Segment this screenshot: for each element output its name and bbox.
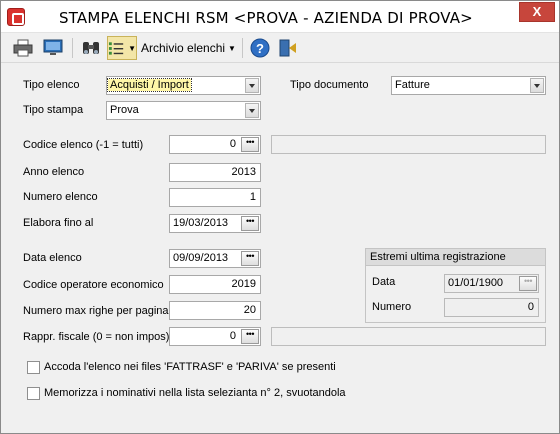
numero-max-righe-value: 20 <box>243 304 256 316</box>
lookup-button[interactable]: ••• <box>241 329 259 344</box>
printer-icon <box>13 39 33 57</box>
lookup-button[interactable]: ••• <box>241 137 259 152</box>
estremi-group-header: Estremi ultima registrazione <box>366 249 545 266</box>
codice-elenco-label: Codice elenco (-1 = tutti) <box>23 139 144 151</box>
toolbar: ▼ Archivio elenchi ▼ ? <box>1 33 559 63</box>
tipo-stampa-select[interactable]: Prova <box>106 101 261 120</box>
codice-operatore-field[interactable]: 2019 <box>169 275 261 294</box>
rappr-fiscale-field[interactable]: 0 ••• <box>169 327 261 346</box>
numero-elenco-field[interactable]: 1 <box>169 188 261 207</box>
title-bar: STAMPA ELENCHI RSM <PROVA - AZIENDA DI P… <box>1 1 559 33</box>
tipo-stampa-value: Prova <box>110 104 139 116</box>
rappr-fiscale-description <box>271 327 546 346</box>
main-window: STAMPA ELENCHI RSM <PROVA - AZIENDA DI P… <box>0 0 560 434</box>
preview-button[interactable] <box>41 36 65 60</box>
data-elenco-label: Data elenco <box>23 252 82 264</box>
data-elenco-field[interactable]: 09/09/2013 ••• <box>169 249 261 268</box>
tipo-elenco-label: Tipo elenco <box>23 79 80 91</box>
anno-elenco-label: Anno elenco <box>23 166 85 178</box>
exit-icon <box>279 39 296 57</box>
tipo-documento-label: Tipo documento <box>290 79 369 91</box>
find-button[interactable] <box>79 36 103 60</box>
tipo-elenco-select[interactable]: Acquisti / Import <box>106 76 261 95</box>
tipo-elenco-value: Acquisti / Import <box>107 78 192 92</box>
app-icon[interactable] <box>7 8 25 26</box>
numero-max-righe-label: Numero max righe per pagina <box>23 305 169 317</box>
codice-elenco-value: 0 <box>229 138 236 150</box>
print-button[interactable] <box>11 36 35 60</box>
archivio-elenchi-menu[interactable]: Archivio elenchi ▼ <box>141 36 237 60</box>
chevron-down-icon[interactable] <box>245 78 259 93</box>
codice-elenco-description <box>271 135 546 154</box>
data-elenco-value: 09/09/2013 <box>173 252 229 264</box>
chevron-down-icon: ▼ <box>128 43 136 53</box>
estremi-title: Estremi ultima registrazione <box>370 251 506 263</box>
codice-operatore-label: Codice operatore economico <box>23 279 164 291</box>
elabora-fino-value: 19/03/2013 <box>173 217 229 229</box>
estremi-data-field: 01/01/1900 ••• <box>444 274 539 293</box>
svg-text:?: ? <box>256 41 264 56</box>
estremi-numero-field: 0 <box>444 298 539 317</box>
anno-elenco-value: 2013 <box>231 166 256 178</box>
chevron-down-icon: ▼ <box>228 43 236 53</box>
calendar-button: ••• <box>519 276 537 291</box>
accoda-checkbox[interactable] <box>27 361 40 374</box>
estremi-numero-label: Numero <box>372 301 412 313</box>
memorizza-checkbox[interactable] <box>27 387 40 400</box>
calendar-button[interactable]: ••• <box>241 216 259 231</box>
help-icon: ? <box>250 38 270 58</box>
calendar-button[interactable]: ••• <box>241 251 259 266</box>
elabora-fino-field[interactable]: 19/03/2013 ••• <box>169 214 261 233</box>
close-button[interactable]: X <box>519 2 555 22</box>
monitor-icon <box>43 39 63 55</box>
codice-elenco-field[interactable]: 0 ••• <box>169 135 261 154</box>
anno-elenco-field[interactable]: 2013 <box>169 163 261 182</box>
window-title: STAMPA ELENCHI RSM <PROVA - AZIENDA DI P… <box>59 9 473 27</box>
chevron-down-icon[interactable] <box>530 78 544 93</box>
tipo-documento-value: Fatture <box>395 79 430 91</box>
help-button[interactable]: ? <box>248 36 272 60</box>
estremi-group: Estremi ultima registrazione Data 01/01/… <box>365 248 546 323</box>
tipo-documento-select[interactable]: Fatture <box>391 76 546 95</box>
estremi-data-value: 01/01/1900 <box>448 277 504 289</box>
list-icon <box>108 42 124 55</box>
binoculars-icon <box>83 42 99 54</box>
rappr-fiscale-value: 0 <box>229 330 236 342</box>
chevron-down-icon[interactable] <box>245 103 259 118</box>
tipo-stampa-label: Tipo stampa <box>23 104 84 116</box>
estremi-numero-value: 0 <box>527 301 534 313</box>
codice-operatore-value: 2019 <box>231 278 256 290</box>
exit-button[interactable] <box>276 36 300 60</box>
elabora-fino-label: Elabora fino al <box>23 217 94 229</box>
rappr-fiscale-label: Rappr. fiscale (0 = non impos) <box>23 331 170 343</box>
numero-elenco-value: 1 <box>249 191 256 203</box>
estremi-data-label: Data <box>372 276 396 288</box>
numero-elenco-label: Numero elenco <box>23 191 98 203</box>
accoda-label: Accoda l'elenco nei files 'FATTRASF' e '… <box>44 361 336 373</box>
archivio-elenchi-label: Archivio elenchi <box>141 41 226 55</box>
list-button[interactable]: ▼ <box>107 36 137 60</box>
numero-max-righe-field[interactable]: 20 <box>169 301 261 320</box>
memorizza-label: Memorizza i nominativi nella lista selez… <box>44 387 346 399</box>
